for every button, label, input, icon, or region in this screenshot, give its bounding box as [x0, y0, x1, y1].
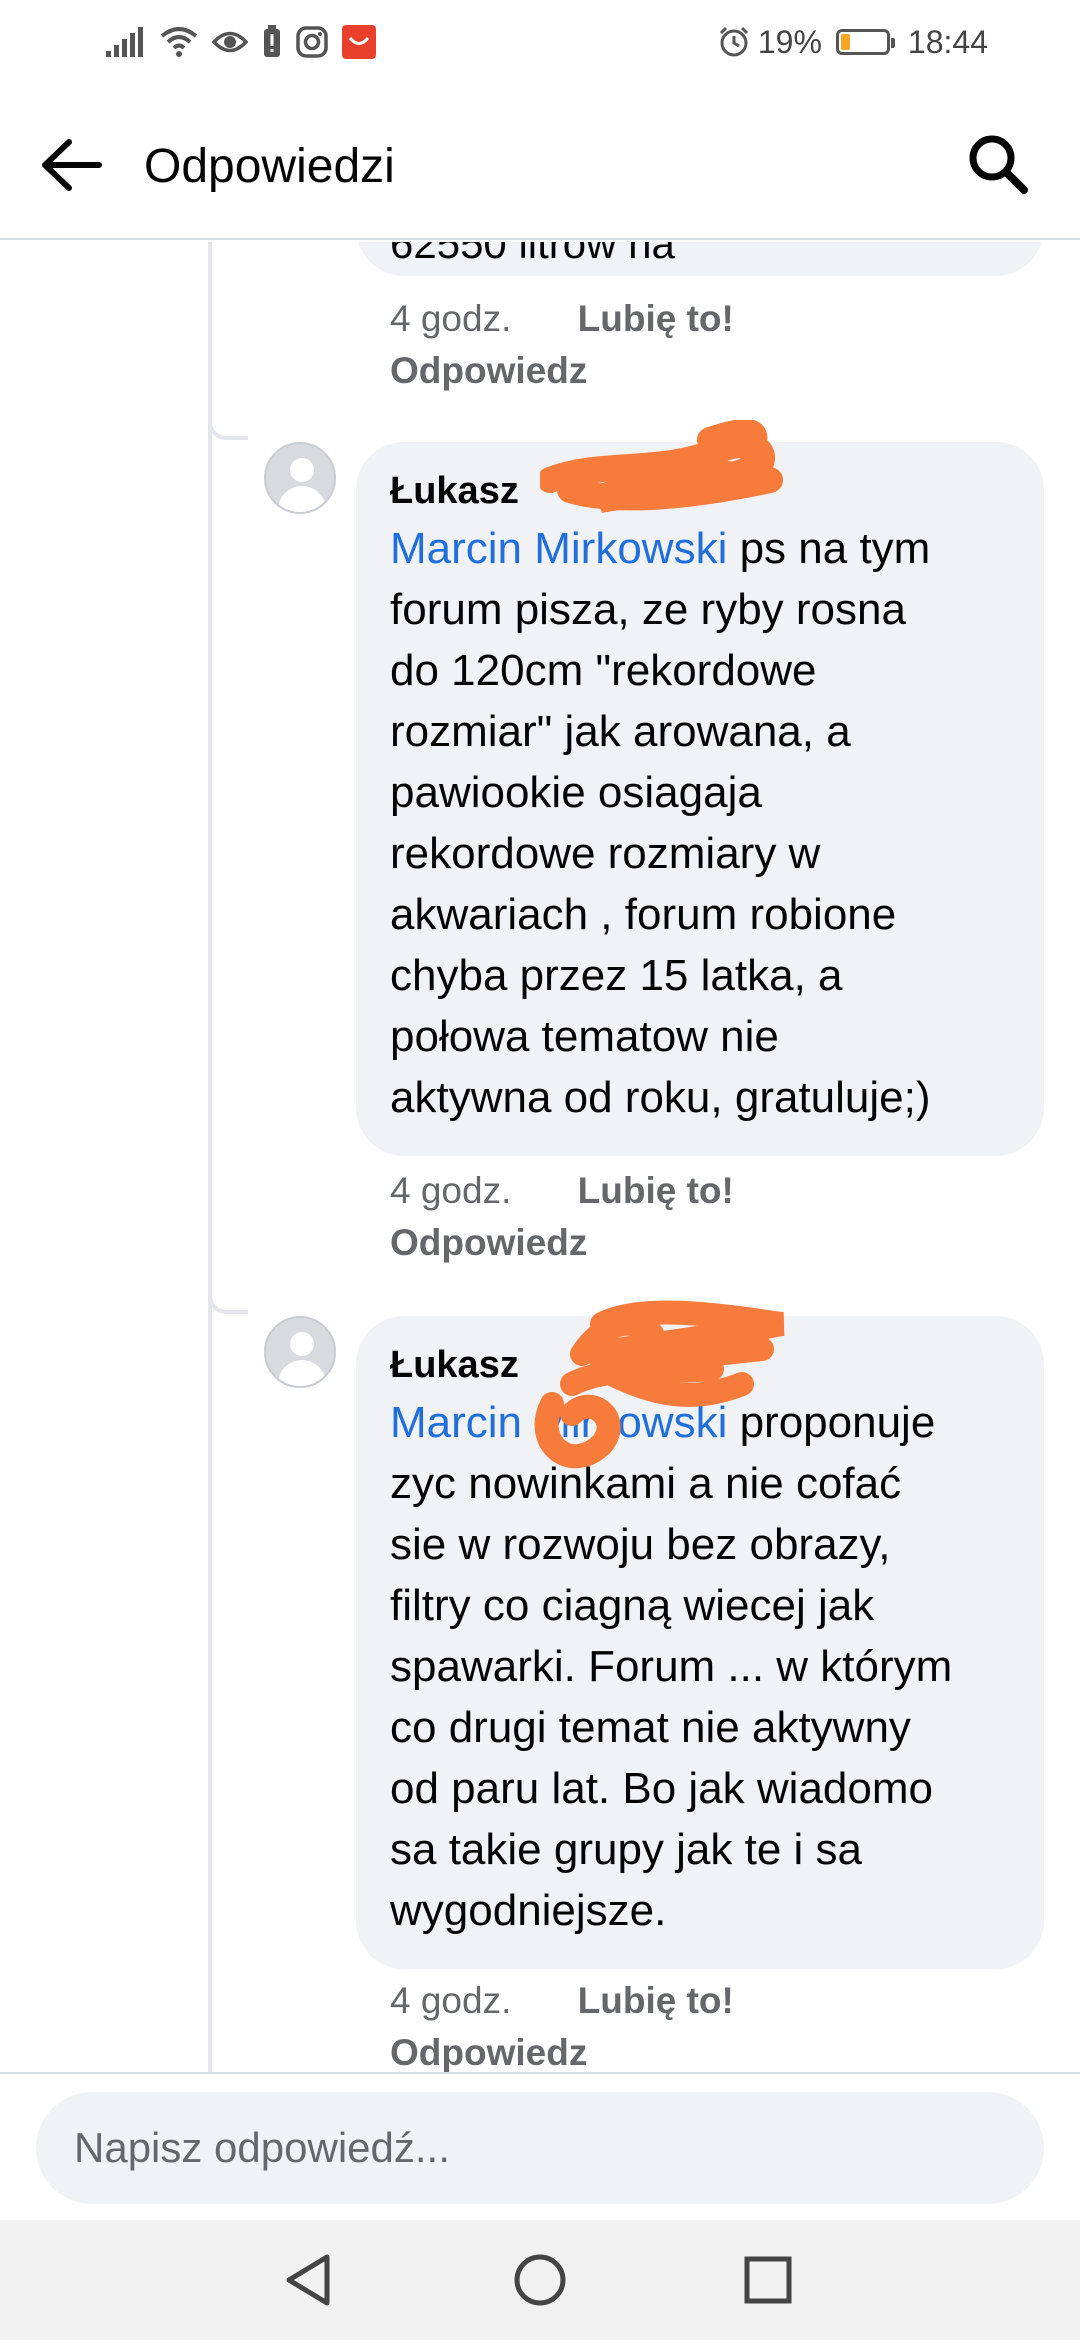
- comment-bubble-partial[interactable]: 62550 litrów na: [356, 242, 1044, 276]
- recents-square-icon: [744, 2256, 792, 2304]
- comment-bubble[interactable]: Łukasz Marcin Mirkowski ps na tym forum …: [356, 442, 1044, 1156]
- comment-time[interactable]: 4 godz.: [390, 298, 511, 340]
- comment-meta: 4 godz. Lubię to! Odpowiedz: [390, 1170, 734, 1264]
- aliexpress-icon: [342, 25, 376, 59]
- page-title: Odpowiedzi: [144, 140, 395, 193]
- reply-button[interactable]: Odpowiedz: [390, 1222, 734, 1264]
- redaction-scribble: [540, 420, 783, 513]
- like-button[interactable]: Lubię to!: [578, 298, 734, 340]
- thread-line: [208, 242, 212, 2072]
- battery-level: [840, 34, 850, 50]
- comment-time[interactable]: 4 godz.: [390, 1170, 511, 1212]
- reply-button[interactable]: Odpowiedz: [390, 2032, 734, 2072]
- wifi-icon: [160, 27, 198, 57]
- nav-back-button[interactable]: [278, 2250, 338, 2310]
- eye-icon: [212, 31, 248, 53]
- comment-time[interactable]: 4 godz.: [390, 1980, 511, 2022]
- home-circle-icon: [514, 2254, 566, 2306]
- comment-text: Marcin Mirkowski ps na tym forum pisza, …: [390, 524, 931, 1122]
- like-button[interactable]: Lubię to!: [578, 1170, 734, 1212]
- clock: 18:44: [907, 23, 988, 60]
- like-button[interactable]: Lubię to!: [578, 1980, 734, 2022]
- nav-home-button[interactable]: [510, 2250, 570, 2310]
- reply-composer: [0, 2072, 1080, 2220]
- thread-connector: [208, 1286, 248, 1314]
- avatar[interactable]: [264, 1316, 336, 1388]
- thread-connector: [208, 412, 248, 440]
- battery-alert-icon: [264, 25, 280, 57]
- arrow-left-icon: [42, 139, 102, 191]
- mention-link[interactable]: Marcin Mirkowski: [390, 524, 727, 573]
- comment-meta: 4 godz. Lubię to! Odpowiedz: [390, 298, 734, 392]
- instagram-icon: [296, 26, 328, 58]
- nav-recents-button[interactable]: [738, 2250, 798, 2310]
- system-navigation-bar: [0, 2220, 1080, 2340]
- replies-thread[interactable]: 62550 litrów na 4 godz. Lubię to! Odpowi…: [0, 242, 1080, 2072]
- battery-percent: 19%: [757, 23, 822, 60]
- battery-icon: [835, 29, 895, 55]
- avatar[interactable]: [264, 442, 336, 514]
- comment-text-partial: 62550 litrów na: [390, 242, 675, 267]
- search-icon: [969, 135, 1028, 194]
- back-triangle-icon: [286, 2254, 330, 2306]
- reply-button[interactable]: Odpowiedz: [390, 350, 734, 392]
- reply-input[interactable]: [36, 2092, 1044, 2204]
- status-icons-right: 19% 18:44: [718, 22, 988, 62]
- alarm-icon: [719, 26, 748, 57]
- back-button[interactable]: [36, 130, 106, 200]
- status-bar: 19% 18:44: [0, 0, 1080, 86]
- signal-icon: [106, 27, 146, 57]
- redaction-scribble: [534, 1300, 785, 1469]
- status-icons-left: [106, 22, 376, 62]
- app-bar: Odpowiedzi: [0, 86, 1080, 240]
- search-button[interactable]: [960, 126, 1036, 202]
- comment-meta: 4 godz. Lubię to! Odpowiedz: [390, 1980, 734, 2072]
